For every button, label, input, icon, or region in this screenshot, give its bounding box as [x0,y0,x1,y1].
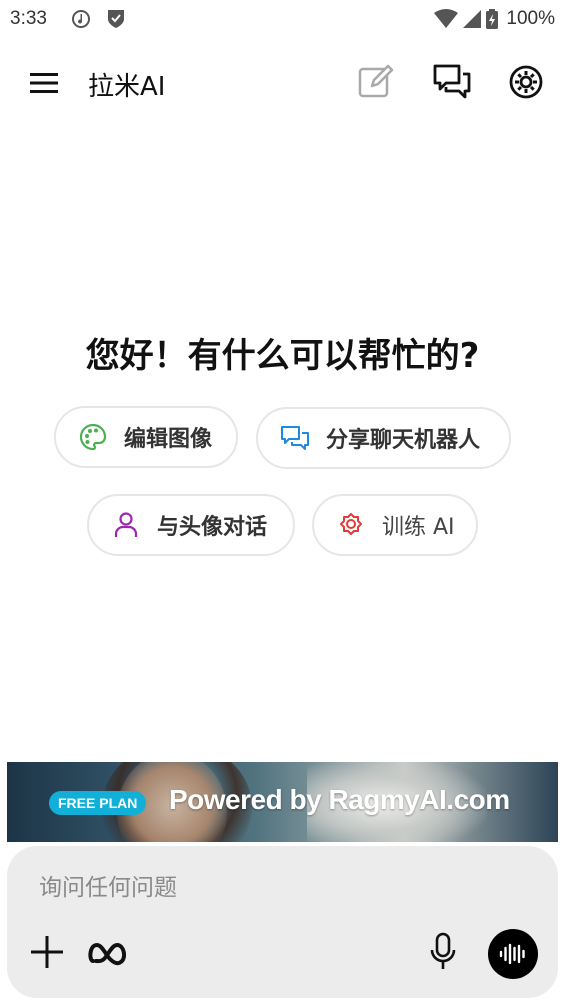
signal-icon [463,10,482,28]
suggestion-label: 编辑图像 [124,427,213,452]
suggestion-label: 训练 AI [382,515,455,540]
new-chat-icon[interactable] [356,62,396,102]
microphone-icon[interactable] [429,932,457,972]
meta-infinity-icon[interactable] [87,939,133,967]
ai-brain-icon [340,513,362,535]
suggestion-train-ai[interactable]: 训练 AI [312,494,478,556]
chat-bubbles-icon [281,426,309,450]
promo-banner[interactable]: FREE PLAN Powered by RagmyAI.com [7,762,558,842]
palette-icon [79,423,107,451]
suggestion-label: 分享聊天机器人 [326,428,481,453]
plus-icon[interactable] [29,934,65,970]
sound-wave-icon [499,943,525,965]
media-icon [72,10,90,28]
suggestion-share-chatbot[interactable]: 分享聊天机器人 [256,407,511,469]
banner-text: Powered by RagmyAI.com [169,784,510,815]
shield-check-icon [108,10,124,28]
status-right: 100% [434,8,555,30]
suggestion-label: 与头像对话 [157,515,268,540]
free-plan-badge: FREE PLAN [49,791,147,815]
wifi-icon [434,9,459,28]
suggestion-talk-avatar[interactable]: 与头像对话 [87,494,295,556]
message-input[interactable] [37,870,511,906]
chats-icon[interactable] [432,62,472,102]
person-icon [114,512,138,537]
message-composer [7,846,558,998]
battery-percent: 100% [506,8,555,29]
menu-icon[interactable] [30,71,60,95]
suggestion-edit-image[interactable]: 编辑图像 [54,406,238,468]
app-title: 拉米AI [88,72,166,102]
voice-mode-button[interactable] [488,929,538,979]
status-time: 3:33 [10,8,47,29]
settings-icon[interactable] [506,62,546,102]
greeting-heading: 您好！有什么可以帮忙的? [85,336,480,376]
battery-icon [486,9,499,29]
